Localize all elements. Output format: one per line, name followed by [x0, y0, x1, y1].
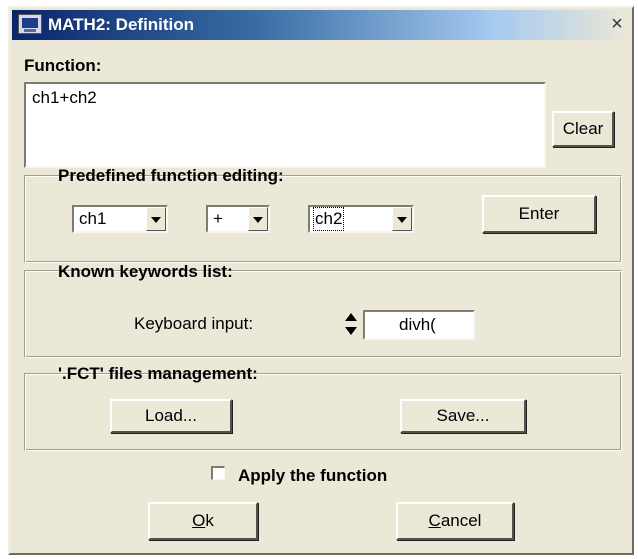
operator-select[interactable]: + — [206, 205, 270, 233]
apply-label[interactable]: Apply the function — [238, 466, 387, 486]
clear-button[interactable]: Clear — [552, 111, 614, 147]
title-bar[interactable]: MATH2: Definition × — [12, 10, 630, 40]
files-title: '.FCT' files management: — [58, 364, 258, 383]
apply-checkbox[interactable] — [211, 466, 225, 480]
spin-up-icon[interactable] — [345, 313, 357, 321]
app-icon — [18, 14, 42, 34]
close-icon[interactable]: × — [606, 14, 628, 36]
spinner-icon[interactable] — [343, 310, 361, 340]
keyboard-input-label: Keyboard input: — [134, 314, 254, 333]
ok-button[interactable]: Ok — [148, 502, 258, 540]
keyboard-input[interactable]: divh( — [363, 310, 475, 340]
cancel-rest: ancel — [440, 511, 482, 530]
ok-accelerator: O — [192, 511, 206, 530]
ok-button-label: Ok — [192, 511, 214, 531]
cancel-button[interactable]: Cancel — [396, 502, 514, 540]
function-textarea[interactable]: ch1+ch2 — [24, 82, 546, 168]
keywords-group — [24, 270, 622, 358]
keyboard-input-value: divh( — [399, 315, 436, 334]
cancel-accelerator: C — [428, 511, 441, 530]
spin-down-icon[interactable] — [345, 327, 357, 335]
chevron-down-icon[interactable] — [146, 207, 166, 231]
window-title: MATH2: Definition — [48, 15, 195, 34]
chevron-down-icon[interactable] — [392, 207, 412, 231]
operand2-select[interactable]: ch2 — [308, 205, 414, 233]
save-button[interactable]: Save... — [400, 399, 526, 433]
function-label: Function: — [24, 56, 102, 75]
clear-button-label: Clear — [562, 119, 604, 138]
enter-button[interactable]: Enter — [482, 195, 596, 233]
predefined-title: Predefined function editing: — [58, 166, 284, 185]
enter-button-label: Enter — [518, 204, 560, 223]
dialog-window: MATH2: Definition × Function: ch1+ch2 Cl… — [8, 6, 634, 555]
cancel-button-label: Cancel — [429, 511, 482, 531]
operand1-value: ch1 — [79, 209, 107, 228]
operand2-value: ch2 — [312, 207, 345, 231]
operator-value: + — [213, 209, 223, 228]
save-button-label: Save... — [436, 406, 490, 425]
keywords-title: Known keywords list: — [58, 262, 233, 281]
function-text: ch1+ch2 — [32, 88, 97, 107]
load-button-label: Load... — [145, 406, 197, 425]
operand1-select[interactable]: ch1 — [72, 205, 168, 233]
load-button[interactable]: Load... — [110, 399, 232, 433]
chevron-down-icon[interactable] — [248, 207, 268, 231]
ok-rest: k — [205, 511, 214, 530]
